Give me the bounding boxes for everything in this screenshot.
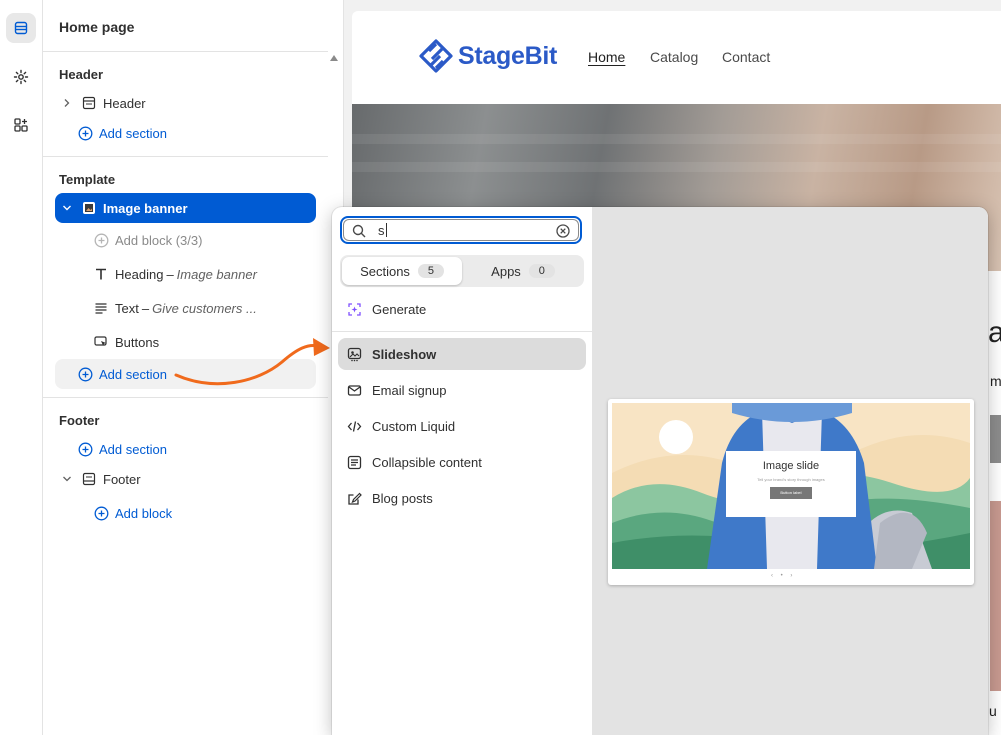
tab-apps[interactable]: Apps 0 xyxy=(464,257,582,285)
slide-title: Image slide xyxy=(762,460,820,472)
section-option-label: Slideshow xyxy=(372,346,437,362)
slide-button: Button label xyxy=(770,487,812,499)
tab-label: Apps xyxy=(491,263,521,279)
section-option-email-signup[interactable]: Email signup xyxy=(338,374,586,406)
section-option-custom-liquid[interactable]: Custom Liquid xyxy=(338,410,586,442)
section-option-label: Email signup xyxy=(372,382,447,398)
section-option-blog-posts[interactable]: Blog posts xyxy=(338,482,586,514)
slide-subtitle: Tell your brand's story through images xyxy=(757,477,825,482)
generate-option[interactable]: Generate xyxy=(338,293,586,325)
generate-label: Generate xyxy=(372,301,427,317)
tab-label: Sections xyxy=(360,263,410,279)
sparkle-generate-icon xyxy=(346,301,362,317)
section-option-label: Collapsible content xyxy=(372,454,482,470)
search-field[interactable]: s xyxy=(340,216,582,244)
picker-tabs: Sections 5 Apps 0 xyxy=(340,255,584,287)
tab-count-badge: 0 xyxy=(528,264,555,278)
divider xyxy=(332,331,592,332)
slideshow-icon xyxy=(346,346,362,362)
tab-sections[interactable]: Sections 5 xyxy=(342,257,462,285)
slide-text-box: Image slide Tell your brand's story thro… xyxy=(726,451,856,517)
code-icon xyxy=(346,418,362,434)
mail-icon xyxy=(346,382,362,398)
blog-icon xyxy=(346,490,362,506)
section-option-label: Blog posts xyxy=(372,490,433,506)
clear-search-icon[interactable] xyxy=(556,224,570,238)
slideshow-preview-thumbnail: Image slide Tell your brand's story thro… xyxy=(608,399,974,585)
slide-pagination-dots: ‹ • › xyxy=(771,573,796,579)
search-icon xyxy=(352,224,366,238)
section-option-label: Custom Liquid xyxy=(372,418,456,434)
add-section-popover: s Sections 5 Apps 0 Generate Slideshow E… xyxy=(332,207,988,735)
section-option-collapsible-content[interactable]: Collapsible content xyxy=(338,446,586,478)
tab-count-badge: 5 xyxy=(417,264,444,278)
collapsible-icon xyxy=(346,454,362,470)
search-input[interactable]: s xyxy=(378,223,387,238)
section-option-slideshow[interactable]: Slideshow xyxy=(338,338,586,370)
